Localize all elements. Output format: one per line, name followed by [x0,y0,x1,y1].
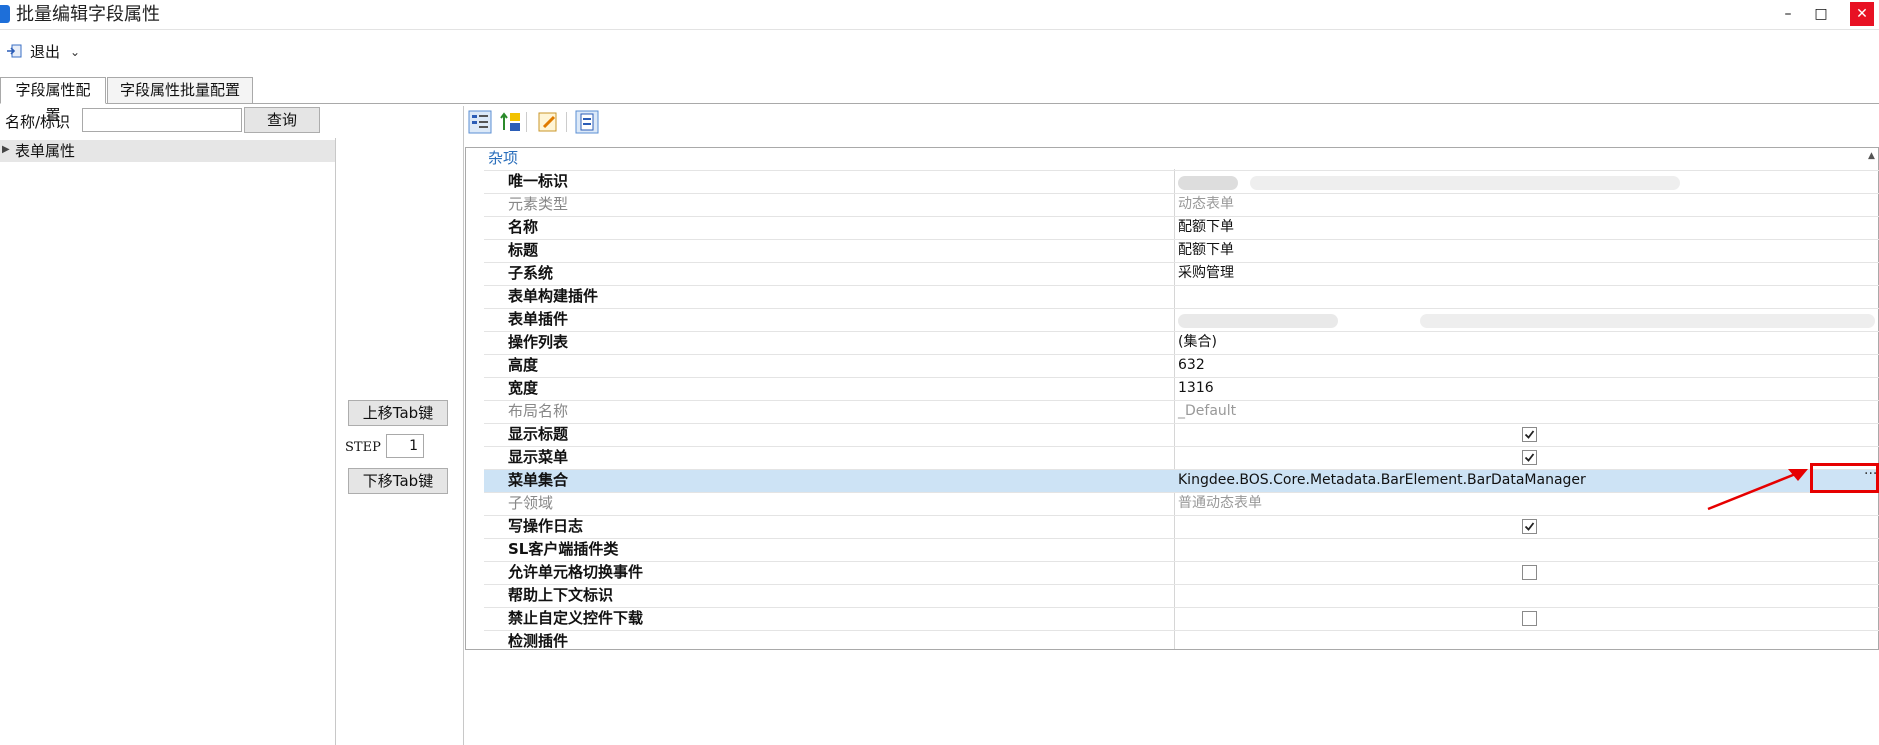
step-input[interactable]: 1 [386,434,424,458]
window-title: 批量编辑字段属性 [16,4,160,25]
property-name: 显示菜单 [508,448,569,466]
property-name: 表单插件 [508,310,569,328]
redacted-value [1178,176,1238,190]
categorized-icon[interactable] [468,110,492,134]
property-name: SL客户端插件类 [508,540,619,558]
tab-field-batch-config[interactable]: 字段属性批量配置 [107,77,253,104]
chevron-down-icon[interactable]: ⌄ [70,44,80,60]
property-value[interactable]: 632 [1178,354,1205,376]
property-name: 允许单元格切换事件 [508,563,644,581]
step-label: STEP [345,440,381,455]
checkbox-checked[interactable] [1522,519,1537,534]
maximize-button[interactable]: □ [1809,2,1833,26]
property-page-icon[interactable] [575,110,599,134]
redacted-value [1420,314,1875,328]
search-input[interactable] [82,108,242,132]
scroll-up-icon[interactable]: ▲ [1868,151,1875,161]
property-name: 子领域 [508,494,554,512]
property-value[interactable]: _Default [1178,400,1236,422]
toolbar-separator [566,112,567,132]
property-name: 名称 [508,218,539,236]
property-name: 宽度 [508,379,539,397]
exit-button[interactable]: 退出 [30,43,60,61]
expand-arrow-icon[interactable]: ▶ [2,144,10,155]
property-name: 唯一标识 [508,172,569,190]
property-name: 高度 [508,356,539,374]
move-up-tab-button[interactable]: 上移Tab键 [348,400,448,426]
property-name: 表单构建插件 [508,287,599,305]
title-bar [0,0,1879,30]
property-value[interactable]: 配额下单 [1178,239,1234,261]
ellipsis-icon[interactable]: ··· [1864,466,1877,482]
property-row[interactable] [484,515,1879,538]
category-misc[interactable]: 杂项 [488,148,518,168]
checkbox-checked[interactable] [1522,427,1537,442]
annotation-arrow-icon [1707,469,1808,511]
property-row[interactable] [484,630,1879,653]
minimize-button[interactable]: – [1776,2,1800,26]
property-row[interactable] [484,285,1879,308]
tab-strip-line [0,103,1879,104]
property-value[interactable]: 采购管理 [1178,262,1234,284]
edit-icon[interactable] [536,110,560,134]
property-name: 布局名称 [508,402,569,420]
sort-alpha-icon[interactable] [499,110,523,134]
property-name: 标题 [508,241,539,259]
redacted-value [1178,314,1338,328]
property-value[interactable]: Kingdee.BOS.Core.Metadata.BarElement.Bar… [1178,469,1586,491]
property-row[interactable] [484,538,1879,561]
redacted-value [1250,176,1680,190]
checkbox-unchecked[interactable] [1522,565,1537,580]
property-name: 显示标题 [508,425,569,443]
exit-icon[interactable] [6,44,22,58]
search-label: 名称/标识 [5,113,71,131]
property-row[interactable] [484,607,1879,630]
property-name: 检测插件 [508,632,569,650]
tab-field-config[interactable]: 字段属性配置 [0,77,106,124]
checkbox-checked[interactable] [1522,450,1537,465]
property-name: 操作列表 [508,333,569,351]
property-name: 禁止自定义控件下载 [508,609,644,627]
property-name: 子系统 [508,264,554,282]
property-row[interactable] [484,446,1879,469]
query-button[interactable]: 查询 [244,107,320,133]
move-down-tab-button[interactable]: 下移Tab键 [348,468,448,494]
property-name: 菜单集合 [508,471,569,489]
property-row[interactable] [484,584,1879,607]
tree-panel [0,138,336,745]
property-name: 帮助上下文标识 [508,586,614,604]
app-icon [0,5,10,23]
close-button[interactable]: ✕ [1850,2,1874,26]
property-row[interactable] [484,423,1879,446]
property-value[interactable]: 动态表单 [1178,193,1234,215]
property-value[interactable]: 普通动态表单 [1178,492,1262,514]
property-name: 元素类型 [508,195,569,213]
tree-item-label: 表单属性 [15,142,76,160]
property-value[interactable]: (集合) [1178,331,1217,353]
property-value[interactable]: 配额下单 [1178,216,1234,238]
checkbox-unchecked[interactable] [1522,611,1537,626]
property-row[interactable] [484,561,1879,584]
toolbar-separator [526,112,527,132]
property-name: 写操作日志 [508,517,584,535]
property-value[interactable]: 1316 [1178,377,1214,399]
